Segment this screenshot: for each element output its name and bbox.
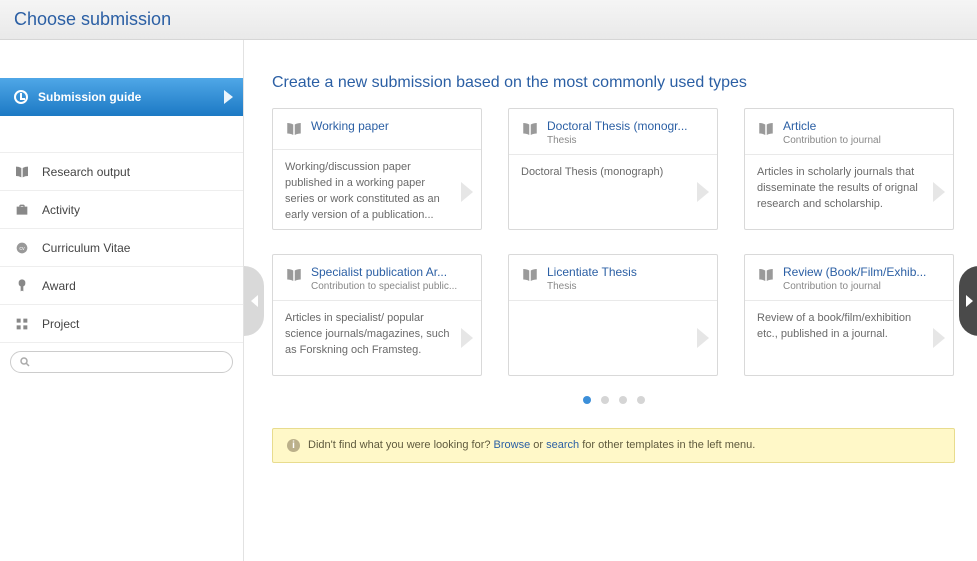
pager-prev-button[interactable] — [244, 266, 264, 336]
cv-icon: cv — [14, 240, 30, 256]
notice-text-or: or — [530, 439, 546, 451]
card-titles: Doctoral Thesis (monogr... Thesis — [547, 119, 688, 146]
card-desc: Working/discussion paper published in a … — [273, 150, 481, 234]
sidebar-item-label: Research output — [42, 165, 130, 179]
search-wrap — [0, 343, 243, 373]
award-icon — [14, 278, 30, 294]
chevron-right-icon — [461, 182, 473, 202]
card-title: Review (Book/Film/Exhib... — [783, 265, 926, 279]
card-head: Doctoral Thesis (monogr... Thesis — [509, 109, 717, 155]
card-desc: Review of a book/film/exhibition etc., p… — [745, 301, 953, 375]
chevron-left-icon — [251, 295, 258, 307]
type-card[interactable]: Doctoral Thesis (monogr...ThesisDoctoral… — [508, 108, 718, 230]
card-subtitle: Thesis — [547, 281, 637, 292]
briefcase-icon — [14, 202, 30, 218]
type-card[interactable]: Working paperWorking/discussion paper pu… — [272, 108, 482, 230]
notice-bar: iDidn't find what you were looking for? … — [272, 428, 955, 463]
card-titles: Article Contribution to journal — [783, 119, 881, 146]
card-head: Article Contribution to journal — [745, 109, 953, 155]
notice-text-prefix: Didn't find what you were looking for? — [308, 439, 494, 451]
sidebar: Submission guide Research output Activit… — [0, 40, 244, 561]
card-head: Review (Book/Film/Exhib... Contribution t… — [745, 255, 953, 301]
book-icon — [521, 266, 539, 287]
submission-guide-button[interactable]: Submission guide — [0, 78, 243, 116]
page-header: Choose submission — [0, 0, 977, 40]
svg-text:cv: cv — [19, 246, 25, 252]
chevron-right-icon — [933, 182, 945, 202]
card-subtitle: Contribution to journal — [783, 135, 881, 146]
sidebar-item-award[interactable]: Award — [0, 267, 243, 305]
card-head: Working paper — [273, 109, 481, 150]
pager-next-button[interactable] — [959, 266, 977, 336]
card-subtitle: Thesis — [547, 135, 688, 146]
book-icon — [285, 120, 303, 141]
chevron-right-icon — [933, 328, 945, 348]
sidebar-item-label: Curriculum Vitae — [42, 241, 130, 255]
page-body: Submission guide Research output Activit… — [0, 40, 977, 561]
sidebar-item-label: Activity — [42, 203, 80, 217]
sidebar-nav: Research output Activity cv Curriculum V… — [0, 152, 243, 343]
sidebar-item-project[interactable]: Project — [0, 305, 243, 343]
pager-dot[interactable] — [619, 396, 627, 404]
book-icon — [757, 266, 775, 287]
info-icon: i — [287, 439, 300, 452]
pager-dot[interactable] — [601, 396, 609, 404]
card-titles: Specialist publication Ar... Contribution… — [311, 265, 457, 292]
type-card[interactable]: Licentiate Thesis Thesis — [508, 254, 718, 376]
card-title: Licentiate Thesis — [547, 265, 637, 279]
type-card[interactable]: Specialist publication Ar... Contribution… — [272, 254, 482, 376]
project-icon — [14, 316, 30, 332]
notice-text-suffix: for other templates in the left menu. — [579, 439, 755, 451]
card-grid: Working paper Working/discussion paper pu… — [272, 108, 955, 376]
chevron-right-icon — [966, 295, 973, 307]
book-icon — [757, 120, 775, 141]
sidebar-search-input[interactable] — [37, 356, 224, 368]
card-titles: Licentiate Thesis Thesis — [547, 265, 637, 292]
sidebar-item-research-output[interactable]: Research output — [0, 153, 243, 191]
chevron-right-icon — [697, 182, 709, 202]
main-title: Create a new submission based on the mos… — [272, 74, 955, 92]
search-icon — [19, 356, 31, 368]
card-titles: Review (Book/Film/Exhib... Contribution t… — [783, 265, 926, 292]
chevron-right-icon — [224, 90, 233, 104]
card-title: Working paper — [311, 119, 389, 133]
card-title: Specialist publication Ar... — [311, 265, 457, 279]
card-subtitle: Contribution to specialist public... — [311, 281, 457, 292]
card-title: Article — [783, 119, 881, 133]
card-desc: Doctoral Thesis (monograph) — [509, 155, 717, 229]
card-desc: Articles in specialist/ popular science … — [273, 301, 481, 375]
sidebar-item-label: Project — [42, 317, 79, 331]
submission-guide-label: Submission guide — [38, 90, 141, 104]
card-desc: Articles in scholarly journals that diss… — [745, 155, 953, 229]
pager-dot[interactable] — [583, 396, 591, 404]
page-title: Choose submission — [14, 9, 171, 30]
book-icon — [14, 164, 30, 180]
browse-link[interactable]: Browse — [494, 439, 531, 451]
card-titles: Working paper — [311, 119, 389, 133]
clock-icon — [14, 90, 28, 104]
book-icon — [285, 266, 303, 287]
card-head: Licentiate Thesis Thesis — [509, 255, 717, 301]
pager-dot[interactable] — [637, 396, 645, 404]
card-desc — [509, 301, 717, 375]
pager-dots — [272, 396, 955, 404]
book-icon — [521, 120, 539, 141]
main-panel: Create a new submission based on the mos… — [244, 40, 977, 561]
search-link[interactable]: search — [546, 439, 579, 451]
sidebar-search[interactable] — [10, 351, 233, 373]
sidebar-item-cv[interactable]: cv Curriculum Vitae — [0, 229, 243, 267]
type-card[interactable]: Article Contribution to journal Articles i… — [744, 108, 954, 230]
chevron-right-icon — [461, 328, 473, 348]
card-subtitle: Contribution to journal — [783, 281, 926, 292]
sidebar-item-activity[interactable]: Activity — [0, 191, 243, 229]
card-title: Doctoral Thesis (monogr... — [547, 119, 688, 133]
type-card[interactable]: Review (Book/Film/Exhib... Contribution t… — [744, 254, 954, 376]
chevron-right-icon — [697, 328, 709, 348]
card-head: Specialist publication Ar... Contribution… — [273, 255, 481, 301]
sidebar-item-label: Award — [42, 279, 76, 293]
